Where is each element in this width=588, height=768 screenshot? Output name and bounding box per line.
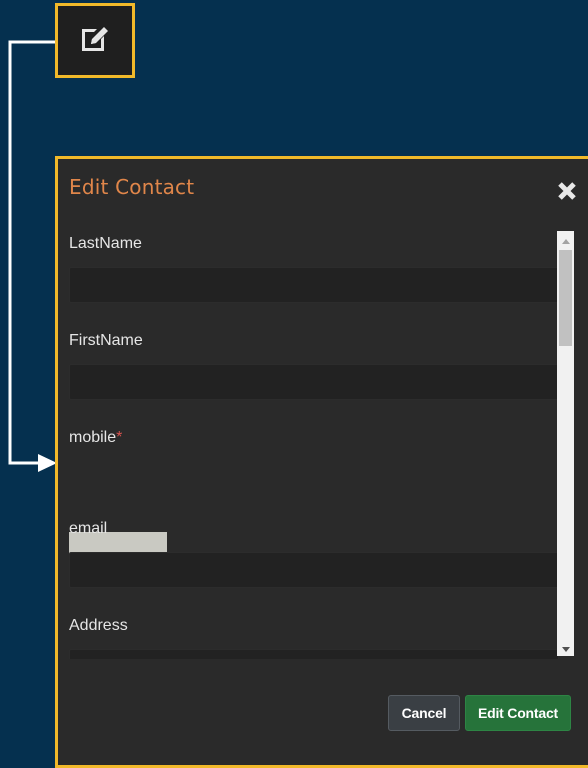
mobile-label-text: mobile (69, 429, 117, 446)
cancel-button[interactable]: Cancel (388, 695, 460, 731)
edit-contact-submit-button[interactable]: Edit Contact (465, 695, 571, 731)
email-input[interactable] (69, 552, 559, 588)
form-scrollbar[interactable] (557, 231, 574, 656)
scroll-up-button[interactable] (557, 231, 574, 248)
close-button[interactable] (555, 181, 579, 205)
edit-contact-trigger-button[interactable] (55, 3, 135, 78)
close-icon (556, 180, 578, 207)
edit-contact-modal: Edit Contact LastName FirstName mobile* … (55, 156, 588, 768)
address-label: Address (69, 617, 128, 634)
scroll-thumb[interactable] (559, 250, 572, 346)
mobile-label: mobile* (69, 429, 122, 447)
scroll-down-button[interactable] (557, 639, 574, 656)
address-input[interactable] (69, 649, 559, 659)
email-label: email (69, 520, 108, 537)
firstname-label: FirstName (69, 332, 143, 349)
modal-title: Edit Contact (69, 175, 195, 199)
scroll-up-arrow-icon (561, 231, 570, 249)
firstname-input[interactable] (69, 364, 559, 400)
scroll-down-arrow-icon (561, 639, 570, 657)
lastname-input[interactable] (69, 267, 559, 303)
required-marker: * (116, 429, 123, 446)
lastname-label: LastName (69, 235, 142, 252)
contact-form: LastName FirstName mobile* email Address (69, 229, 559, 659)
edit-icon (75, 18, 115, 63)
